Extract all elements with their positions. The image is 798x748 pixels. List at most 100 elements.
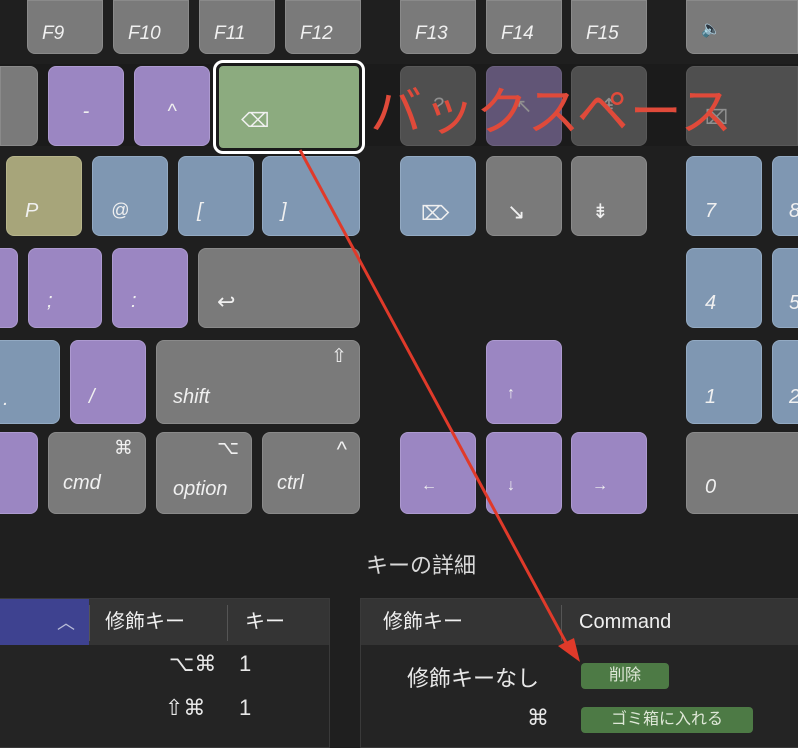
command-icon: ⌘	[114, 438, 133, 459]
key-cmd[interactable]: cmd ⌘	[48, 432, 146, 514]
key-caret[interactable]: ^	[134, 66, 210, 146]
key-label: F15	[586, 23, 619, 44]
down-arrow-icon: ↓	[507, 477, 515, 494]
command-tag-trash[interactable]: ゴミ箱に入れる	[581, 707, 753, 733]
shift-icon: ⇧	[331, 346, 347, 367]
key-label: 5	[789, 292, 798, 315]
key-label: F10	[128, 23, 161, 44]
table-cell-modifier: 修飾キーなし	[407, 666, 540, 691]
key-label: /	[89, 386, 95, 408]
key-label: ^	[167, 100, 177, 123]
column-header-modifier[interactable]: 修飾キー	[383, 599, 463, 645]
up-arrow-icon: ↑	[507, 385, 515, 402]
shortcut-table-right: 修飾キー Command 修飾キーなし 削除 ⌘ ゴミ箱に入れる	[360, 598, 798, 748]
column-header-command[interactable]: Command	[579, 599, 671, 645]
key-num1[interactable]: 1	[686, 340, 762, 424]
key-left-bracket[interactable]: [	[178, 156, 254, 236]
key-num2[interactable]: 2	[772, 340, 798, 424]
shortcut-table-left: ︿ 修飾キー キー ⌥⌘ 1 ⇧⌘ 1	[0, 598, 330, 748]
key-label: 4	[705, 292, 717, 314]
key-f10[interactable]: F10	[113, 0, 189, 54]
key-label: 0	[705, 476, 717, 498]
key-down-arrow[interactable]: ↓	[486, 432, 562, 514]
key-label: :	[131, 290, 137, 312]
key-semicolon[interactable]: ;	[28, 248, 102, 328]
key-return[interactable]: ↩	[198, 248, 360, 328]
key-label: 2	[789, 386, 798, 409]
table-cell-modifier: ⇧⌘	[165, 695, 206, 720]
command-tag-delete[interactable]: 削除	[581, 663, 669, 689]
key-label: shift	[173, 386, 210, 408]
end-icon: ↘	[507, 199, 526, 224]
key-f15[interactable]: F15	[571, 0, 647, 54]
key-shift[interactable]: shift ⇧	[156, 340, 360, 424]
key-label: 8	[789, 200, 798, 223]
page-down-icon: ⇟	[592, 201, 609, 223]
table-cell-key: 1	[239, 651, 252, 676]
key-p[interactable]: P	[6, 156, 82, 236]
control-icon: ^	[336, 437, 347, 462]
key-right-bracket[interactable]: ]	[262, 156, 360, 236]
table-cell-modifier: ⌘	[527, 705, 549, 730]
speaker-icon: 🔈	[701, 21, 721, 38]
key-f9[interactable]: F9	[27, 0, 103, 54]
selected-column-header[interactable]: ︿	[0, 599, 89, 645]
key-label: 1	[705, 386, 717, 408]
key-num8[interactable]: 8	[772, 156, 798, 236]
key-label: option	[173, 478, 228, 500]
key-backspace[interactable]: ⌫	[213, 60, 365, 154]
key-label: F11	[214, 23, 246, 44]
annotation-backspace-label: バックスペース	[370, 83, 734, 143]
key-space[interactable]	[0, 432, 38, 514]
key-option[interactable]: option ⌥	[156, 432, 252, 514]
key-minus[interactable]: -	[48, 66, 124, 146]
option-icon: ⌥	[217, 438, 239, 459]
key-num0[interactable]: 0	[686, 432, 798, 514]
key-forward-delete[interactable]: ⌦	[400, 156, 476, 236]
key-pagedown[interactable]: ⇟	[571, 156, 647, 236]
key-end[interactable]: ↘	[486, 156, 562, 236]
key-left-arrow[interactable]: ←	[400, 432, 476, 514]
backspace-icon: ⌫	[241, 110, 270, 132]
key-volume[interactable]: 🔈	[686, 0, 798, 54]
column-header-modifier[interactable]: 修飾キー	[105, 599, 185, 645]
key-f12[interactable]: F12	[285, 0, 361, 54]
key-l[interactable]	[0, 248, 18, 328]
key-right-arrow[interactable]: →	[571, 432, 647, 514]
key-period[interactable]: .	[0, 340, 60, 424]
table-cell-modifier: ⌥⌘	[169, 651, 217, 676]
return-icon: ↩	[217, 289, 236, 314]
key-label: [	[197, 200, 203, 222]
left-arrow-icon: ←	[421, 477, 437, 494]
key-f11[interactable]: F11	[199, 0, 275, 54]
right-arrow-icon: →	[592, 477, 608, 494]
key-label: F9	[42, 23, 65, 44]
divider	[89, 605, 90, 641]
key-num4[interactable]: 4	[686, 248, 762, 328]
key-label: ctrl	[277, 472, 304, 494]
divider	[561, 605, 562, 641]
table-cell-key: 1	[239, 695, 252, 720]
key-label: -	[82, 100, 90, 123]
column-header-key[interactable]: キー	[245, 599, 285, 645]
key-ctrl[interactable]: ctrl ^	[262, 432, 360, 514]
key-f13[interactable]: F13	[400, 0, 476, 54]
key-label: ;	[47, 290, 53, 312]
divider	[227, 605, 228, 641]
forward-delete-icon: ⌦	[421, 203, 450, 225]
key-f14[interactable]: F14	[486, 0, 562, 54]
key-slash[interactable]: /	[70, 340, 146, 424]
key-up-arrow[interactable]: ↑	[486, 340, 562, 424]
key-label: .	[3, 388, 9, 410]
key-num5[interactable]: 5	[772, 248, 798, 328]
key-label: cmd	[63, 472, 101, 494]
key-label: F14	[501, 23, 534, 44]
chevron-up-icon[interactable]: ︿	[57, 609, 75, 635]
key-label: @	[111, 200, 130, 220]
key-details-title: キーの詳細	[366, 553, 477, 578]
key-colon[interactable]: :	[112, 248, 188, 328]
key-num7[interactable]: 7	[686, 156, 762, 236]
key-at[interactable]: @	[92, 156, 168, 236]
key-label: ]	[281, 200, 287, 222]
key-zero-row[interactable]	[0, 66, 38, 146]
